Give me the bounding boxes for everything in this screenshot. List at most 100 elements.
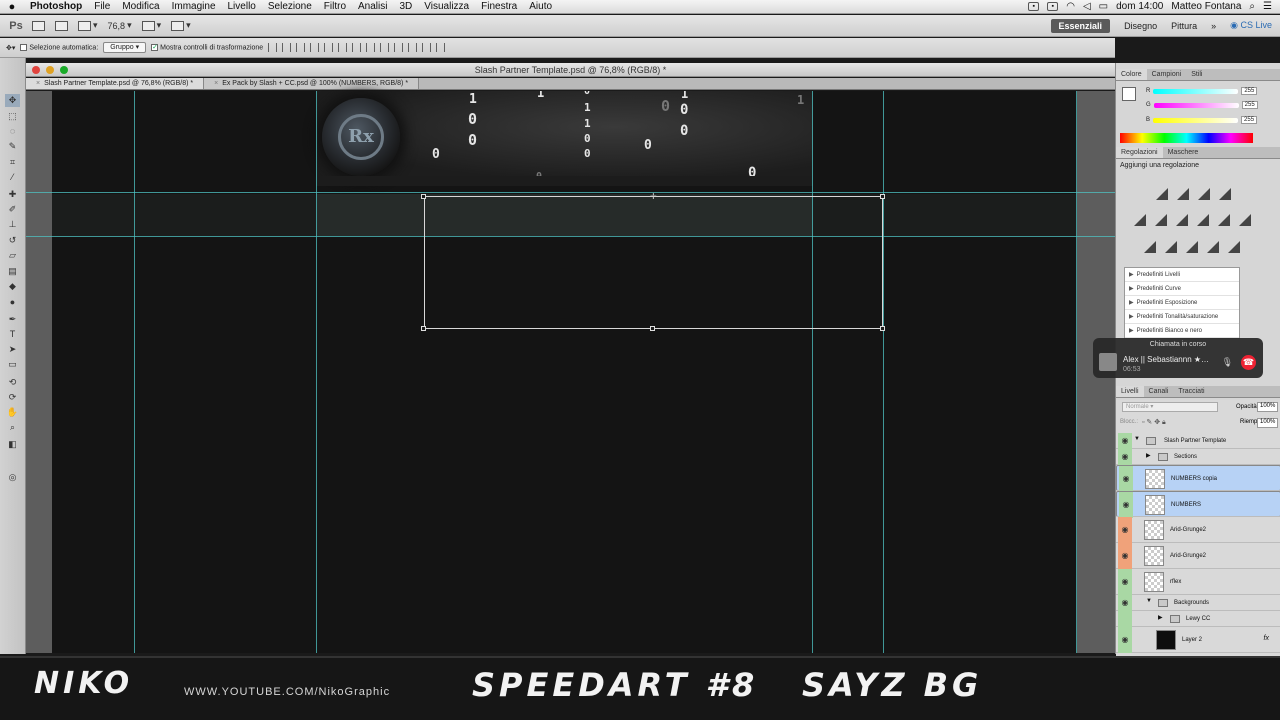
zoom-window-icon[interactable] <box>60 66 68 74</box>
guide-vertical[interactable] <box>134 91 135 653</box>
tab-regolazioni[interactable]: Regolazioni <box>1116 147 1163 158</box>
distribute-hcenter-icon[interactable] <box>408 43 418 52</box>
guide-vertical[interactable] <box>883 91 884 653</box>
marquee-tool-icon[interactable]: ⬚ <box>5 110 20 123</box>
menu-analisi[interactable]: Analisi <box>352 1 393 12</box>
tab-tracciati[interactable]: Tracciati <box>1173 386 1209 397</box>
menu-filtro[interactable]: Filtro <box>318 1 352 12</box>
align-vcenter-icon[interactable] <box>282 43 292 52</box>
transform-bounding-box[interactable] <box>424 196 883 329</box>
tab-ex-pack[interactable]: × Ex Pack by Slash + CC.psd @ 100% (NUMBE… <box>204 78 420 89</box>
dodge-tool-icon[interactable]: ● <box>5 296 20 309</box>
green-value[interactable]: 255 <box>1241 101 1258 109</box>
minimize-window-icon[interactable] <box>46 66 54 74</box>
foreground-color-swatch[interactable] <box>1122 87 1136 101</box>
auto-select-dropdown[interactable]: Gruppo ▾ <box>103 42 147 53</box>
align-right-icon[interactable] <box>338 43 348 52</box>
eraser-tool-icon[interactable]: ▱ <box>5 249 20 262</box>
transform-center-icon[interactable]: ✛ <box>650 193 657 201</box>
color-spectrum-ramp[interactable] <box>1120 133 1253 143</box>
collapse-icon[interactable]: ▼ <box>1146 598 1152 604</box>
visibility-eye-icon[interactable]: ◉ <box>1119 492 1133 518</box>
preset-levels[interactable]: ▶ Predefiniti Livelli <box>1125 268 1239 282</box>
curves-icon[interactable] <box>1198 188 1210 200</box>
visibility-eye-icon[interactable]: ◉ <box>1118 595 1132 611</box>
blur-tool-icon[interactable]: ◆ <box>5 280 20 293</box>
quick-mask-icon[interactable]: ◎ <box>5 471 20 484</box>
crop-tool-icon[interactable]: ⌗ <box>5 156 20 169</box>
zoom-level-select[interactable]: 76,8 ▾ <box>108 19 132 33</box>
volume-icon[interactable]: ◁ <box>1083 1 1091 12</box>
preset-black-white[interactable]: ▶ Predefiniti Bianco e nero <box>1125 324 1239 338</box>
opacity-value[interactable]: 100% <box>1257 402 1279 412</box>
tab-slash-partner-template[interactable]: × Slash Partner Template.psd @ 76,8% (RGB… <box>26 78 205 89</box>
quick-select-tool-icon[interactable]: ✎ <box>5 140 20 153</box>
visibility-eye-icon[interactable]: ◉ <box>1118 517 1132 543</box>
visibility-eye-icon[interactable]: ◉ <box>1118 569 1132 595</box>
menubar-clock[interactable]: dom 14:00 <box>1116 1 1163 12</box>
black-white-icon[interactable] <box>1197 214 1209 226</box>
layer-row-layer-2[interactable]: ◉ Layer 2 fx <box>1116 627 1280 653</box>
invert-icon[interactable] <box>1144 241 1156 253</box>
3d-orbit-tool-icon[interactable]: ⟳ <box>5 391 20 404</box>
workspace-more[interactable]: » <box>1211 21 1216 31</box>
hand-tool-icon[interactable]: ✋ <box>5 406 20 419</box>
red-slider[interactable] <box>1153 88 1239 94</box>
tab-stili[interactable]: Stili <box>1186 69 1207 80</box>
workspace-essenziali[interactable]: Essenziali <box>1050 18 1111 33</box>
color-balance-icon[interactable] <box>1176 214 1188 226</box>
expand-icon[interactable]: ▶ <box>1158 614 1163 621</box>
selective-color-icon[interactable] <box>1228 241 1240 253</box>
tab-colore[interactable]: Colore <box>1116 69 1147 80</box>
status-display-icon[interactable]: ▪ <box>1047 2 1059 11</box>
red-value[interactable]: 255 <box>1241 87 1258 95</box>
layer-effects-icon[interactable]: fx <box>1264 635 1269 642</box>
collapse-icon[interactable]: ▼ <box>1134 436 1140 442</box>
visibility-eye-icon[interactable]: ◉ <box>1118 543 1132 569</box>
move-tool-icon[interactable]: ✥ <box>5 94 20 107</box>
wifi-icon[interactable]: ◠ <box>1066 1 1075 12</box>
layer-group-backgrounds[interactable]: ◉ ▼ Backgrounds <box>1116 595 1280 611</box>
history-brush-tool-icon[interactable]: ↺ <box>5 234 20 247</box>
layer-row-arid-grunge-1[interactable]: ◉ Arid-Grunge2 <box>1116 517 1280 543</box>
layer-row-rflex[interactable]: ◉ rflex <box>1116 569 1280 595</box>
battery-icon[interactable]: ▭ <box>1099 1 1108 12</box>
guide-vertical[interactable] <box>316 91 317 653</box>
bridge-button[interactable] <box>32 19 45 33</box>
align-hcenter-icon[interactable] <box>324 43 334 52</box>
layer-row-numbers-copy[interactable]: ◉ NUMBERS copia <box>1116 465 1280 492</box>
guide-vertical[interactable] <box>1076 91 1077 653</box>
distribute-bottom-icon[interactable] <box>380 43 390 52</box>
status-app-icon[interactable]: ▪ <box>1028 2 1040 11</box>
type-tool-icon[interactable]: T <box>5 328 20 341</box>
menu-visualizza[interactable]: Visualizza <box>418 1 475 12</box>
transform-handle[interactable] <box>880 326 885 331</box>
preset-curves[interactable]: ▶ Predefiniti Curve <box>1125 282 1239 296</box>
levels-icon[interactable] <box>1177 188 1189 200</box>
close-tab-icon[interactable]: × <box>214 80 218 87</box>
shape-tool-icon[interactable]: ▭ <box>5 358 20 371</box>
layer-group-slash-partner[interactable]: ◉ ▼ Slash Partner Template <box>1116 433 1280 449</box>
auto-align-icon[interactable] <box>436 43 446 52</box>
menubar-user[interactable]: Matteo Fontana <box>1171 1 1241 12</box>
visibility-eye-icon[interactable]: ◉ <box>1118 449 1132 465</box>
color-swatches-icon[interactable]: ◧ <box>5 438 20 451</box>
menu-modifica[interactable]: Modifica <box>116 1 165 12</box>
eyedropper-tool-icon[interactable]: ⁄ <box>5 171 20 184</box>
blue-value[interactable]: 255 <box>1241 116 1258 124</box>
auto-select-checkbox[interactable]: Selezione automatica: <box>20 43 98 51</box>
menu-immagine[interactable]: Immagine <box>166 1 222 12</box>
green-slider[interactable] <box>1153 102 1239 108</box>
clone-stamp-tool-icon[interactable]: ⊥ <box>5 218 20 231</box>
transform-handle[interactable] <box>650 326 655 331</box>
align-top-icon[interactable] <box>268 43 278 52</box>
guide-vertical[interactable] <box>812 91 813 653</box>
exposure-icon[interactable] <box>1219 188 1231 200</box>
mute-microphone-icon[interactable]: 🎙︎ <box>1222 357 1233 368</box>
close-tab-icon[interactable]: × <box>36 80 40 87</box>
blue-slider[interactable] <box>1153 117 1239 123</box>
channel-mixer-icon[interactable] <box>1239 214 1251 226</box>
menu-3d[interactable]: 3D <box>393 1 418 12</box>
lasso-tool-icon[interactable]: ◌ <box>5 125 20 138</box>
menu-livello[interactable]: Livello <box>222 1 262 12</box>
